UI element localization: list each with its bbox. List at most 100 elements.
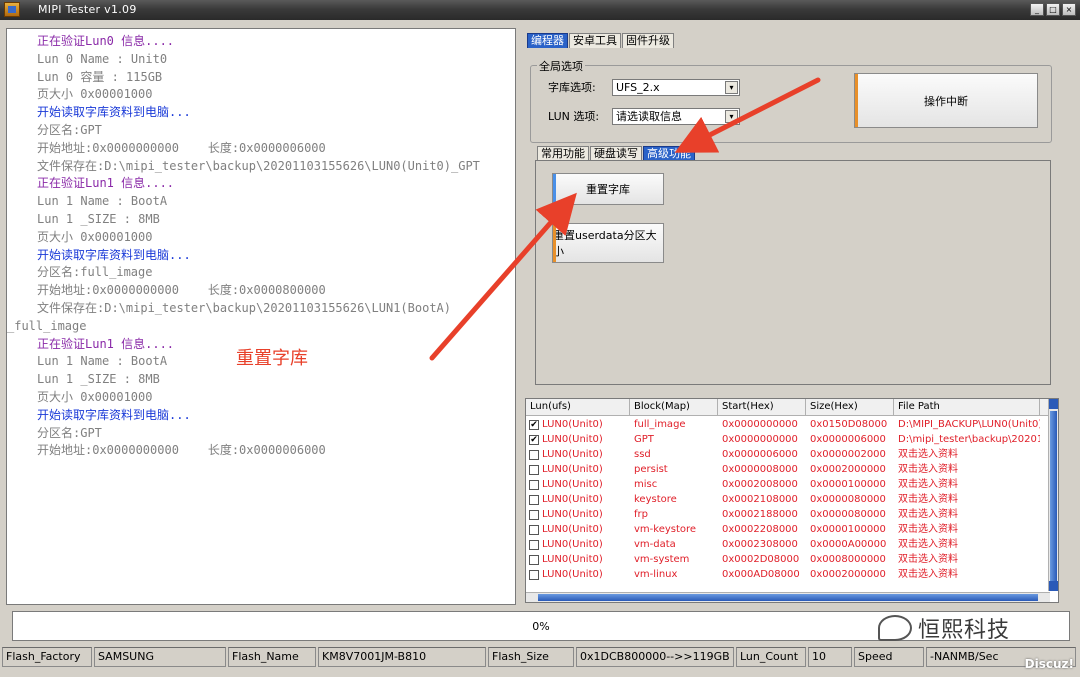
scroll-up-icon[interactable] — [1049, 399, 1058, 409]
row-checkbox[interactable] — [529, 524, 539, 535]
log-line: 开始读取字库资料到电脑... — [37, 407, 191, 422]
column-header[interactable]: File Path — [894, 399, 1040, 415]
table-cell-path: D:\MIPI_BACKUP\LUN0(Unit0)_fu — [898, 419, 1040, 430]
row-checkbox[interactable]: ✔ — [529, 434, 539, 445]
dropdown-arrow-icon[interactable]: ▾ — [725, 110, 738, 123]
log-line: 分区名:GPT — [37, 122, 102, 137]
partition-table: Lun(ufs) Block(Map) Start(Hex) Size(Hex) Fil… — [525, 398, 1059, 603]
table-cell-size: 0x0000080000 — [810, 494, 886, 505]
hscroll-thumb[interactable] — [538, 594, 1038, 601]
tab-function-0[interactable]: 常用功能 — [537, 146, 589, 161]
lun-text: LUN0(Unit0) — [542, 539, 603, 550]
table-cell-lun: ✔ LUN0(Unit0) — [526, 432, 630, 447]
table-cell-lun: LUN0(Unit0) — [526, 447, 630, 462]
lun-text: LUN0(Unit0) — [542, 554, 603, 565]
table-cell-start: 0x0002D08000 — [722, 554, 800, 565]
main-tabs: 编程器 安卓工具 固件升级 — [527, 33, 675, 48]
scroll-down-icon[interactable] — [1049, 581, 1058, 591]
app-icon — [4, 2, 20, 17]
table-cell-path: 双击选入资料 — [898, 479, 958, 490]
lib-option-value: UFS_2.x — [616, 81, 660, 94]
column-header[interactable]: Size(Hex) — [806, 399, 894, 415]
row-checkbox[interactable] — [529, 449, 539, 460]
minimize-button[interactable]: _ — [1030, 3, 1044, 16]
table-cell-start: 0x0002108000 — [722, 494, 798, 505]
table-row[interactable]: LUN0(Unit0) persist 0x0000008000 0x00020000… — [526, 462, 1050, 477]
site-watermark: Discuz! — [1024, 657, 1074, 671]
table-cell-path: 双击选入资料 — [898, 464, 958, 475]
row-checkbox[interactable] — [529, 479, 539, 490]
reset-lib-button[interactable]: 重置字库 — [552, 173, 664, 205]
scroll-thumb[interactable] — [1050, 411, 1057, 581]
row-checkbox[interactable] — [529, 464, 539, 475]
function-tabs: 常用功能 硬盘读写 高级功能 — [537, 146, 696, 161]
tab-function-1[interactable]: 硬盘读写 — [590, 146, 642, 161]
row-checkbox[interactable] — [529, 554, 539, 565]
table-row[interactable]: ✔ LUN0(Unit0) GPT 0x0000000000 0x0000006000 D… — [526, 432, 1050, 447]
table-row[interactable]: LUN0(Unit0) misc 0x0002008000 0x0000100000 双… — [526, 477, 1050, 492]
table-row[interactable]: LUN0(Unit0) vm-keystore 0x0002208000 0x0000… — [526, 522, 1050, 537]
table-body: ✔ LUN0(Unit0) full_image 0x0000000000 0x0150… — [526, 417, 1050, 582]
lun-text: LUN0(Unit0) — [542, 569, 603, 580]
log-line: 页大小 0x00001000 — [37, 87, 153, 102]
lun-text: LUN0(Unit0) — [542, 479, 603, 490]
tab-function-2[interactable]: 高级功能 — [643, 146, 695, 161]
table-cell-path: 双击选入资料 — [898, 524, 958, 535]
log-line: 文件保存在:D:\mipi_tester\backup\202011031556… — [37, 300, 452, 315]
tab-main-2[interactable]: 固件升级 — [622, 33, 674, 48]
table-cell-lun: LUN0(Unit0) — [526, 537, 630, 552]
row-checkbox[interactable] — [529, 539, 539, 550]
flash-factory-label: Flash_Factory — [2, 647, 92, 667]
table-cell-lun: LUN0(Unit0) — [526, 567, 630, 582]
lib-option-select[interactable]: UFS_2.x ▾ — [612, 79, 740, 96]
lun-text: LUN0(Unit0) — [542, 494, 603, 505]
annotation-text: 重置字库 — [236, 348, 308, 369]
close-button[interactable]: × — [1062, 3, 1076, 16]
log-line: 文件保存在:D:\mipi_tester\backup\202011031556… — [37, 158, 480, 173]
log-line: 页大小 0x00001000 — [37, 229, 153, 244]
maximize-button[interactable]: □ — [1046, 3, 1060, 16]
column-header[interactable]: Start(Hex) — [718, 399, 806, 415]
reset-userdata-label: 重置userdata分区大小 — [553, 229, 657, 258]
table-row[interactable]: LUN0(Unit0) vm-data 0x0002308000 0x0000A000… — [526, 537, 1050, 552]
row-checkbox[interactable] — [529, 494, 539, 505]
column-header[interactable]: Block(Map) — [630, 399, 718, 415]
table-cell-start: 0x0002308000 — [722, 539, 798, 550]
table-cell-block: vm-keystore — [634, 524, 697, 535]
row-checkbox[interactable] — [529, 509, 539, 520]
log-output[interactable]: 正在验证Lun0 信息.... Lun 0 Name : Unit0 Lun 0 容… — [6, 28, 516, 605]
row-checkbox[interactable] — [529, 569, 539, 580]
dropdown-arrow-icon[interactable]: ▾ — [725, 81, 738, 94]
lun-text: LUN0(Unit0) — [542, 434, 603, 445]
table-row[interactable]: LUN0(Unit0) ssd 0x0000006000 0x0000002000 双击… — [526, 447, 1050, 462]
column-header[interactable]: Lun(ufs) — [526, 399, 630, 415]
lun-count-value: 10 — [808, 647, 852, 667]
table-cell-start: 0x0000008000 — [722, 464, 798, 475]
watermark-text: 恒熙科技 — [918, 618, 1011, 643]
lun-option-select[interactable]: 请选读取信息 ▾ — [612, 108, 740, 125]
table-cell-start: 0x0000000000 — [722, 434, 798, 445]
tab-main-1[interactable]: 安卓工具 — [569, 33, 621, 48]
table-cell-size: 0x0000100000 — [810, 524, 886, 535]
log-line: Lun 1 _SIZE : 8MB — [37, 372, 160, 387]
vertical-scrollbar[interactable] — [1048, 399, 1058, 591]
table-row[interactable]: LUN0(Unit0) vm-system 0x0002D08000 0x000800… — [526, 552, 1050, 567]
table-header: Lun(ufs) Block(Map) Start(Hex) Size(Hex) Fil… — [526, 399, 1050, 416]
abort-button[interactable]: 操作中断 — [854, 73, 1038, 128]
log-line: 页大小 0x00001000 — [37, 389, 153, 404]
table-row[interactable]: LUN0(Unit0) vm-linux 0x000AD08000 0x0002000… — [526, 567, 1050, 582]
reset-userdata-button[interactable]: 重置userdata分区大小 — [552, 223, 664, 263]
table-row[interactable]: ✔ LUN0(Unit0) full_image 0x0000000000 0x0150… — [526, 417, 1050, 432]
table-row[interactable]: LUN0(Unit0) frp 0x0002188000 0x0000080000 双击… — [526, 507, 1050, 522]
table-cell-size: 0x0000002000 — [810, 449, 886, 460]
log-line: 开始地址:0x0000000000 长度:0x0000800000 — [37, 283, 326, 298]
table-cell-path: 双击选入资料 — [898, 509, 958, 520]
tab-main-0[interactable]: 编程器 — [527, 33, 568, 48]
table-cell-start: 0x000AD08000 — [722, 569, 800, 580]
horizontal-scrollbar[interactable] — [526, 592, 1050, 602]
row-checkbox[interactable]: ✔ — [529, 419, 539, 430]
lun-text: LUN0(Unit0) — [542, 524, 603, 535]
table-row[interactable]: LUN0(Unit0) keystore 0x0002108000 0x0000080… — [526, 492, 1050, 507]
table-cell-block: frp — [634, 509, 648, 520]
lun-option-label: LUN 选项: — [548, 110, 600, 123]
